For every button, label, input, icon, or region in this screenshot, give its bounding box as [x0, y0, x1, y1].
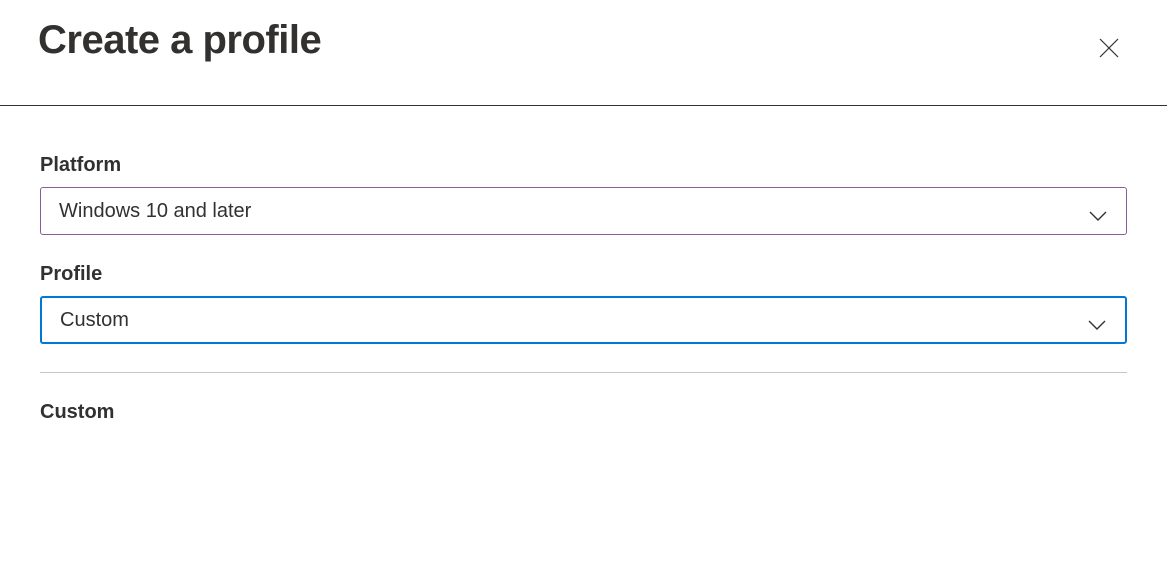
platform-field: Platform Windows 10 and later [40, 154, 1127, 235]
chevron-down-icon [1088, 205, 1108, 217]
create-profile-panel: Create a profile Platform Windows 10 and… [0, 0, 1167, 567]
platform-dropdown-value: Windows 10 and later [59, 200, 251, 223]
panel-title: Create a profile [38, 18, 321, 63]
close-icon [1097, 36, 1121, 63]
profile-field: Profile Custom [40, 263, 1127, 344]
platform-dropdown[interactable]: Windows 10 and later [40, 187, 1127, 235]
chevron-down-icon [1087, 314, 1107, 326]
profile-dropdown[interactable]: Custom [40, 296, 1127, 344]
section-heading: Custom [40, 401, 1127, 424]
panel-header: Create a profile [0, 0, 1167, 106]
close-button[interactable] [1089, 28, 1129, 71]
panel-content: Platform Windows 10 and later Profile Cu… [0, 106, 1167, 424]
platform-label: Platform [40, 154, 1127, 177]
profile-label: Profile [40, 263, 1127, 286]
section-divider [40, 372, 1127, 373]
profile-dropdown-value: Custom [60, 309, 129, 332]
